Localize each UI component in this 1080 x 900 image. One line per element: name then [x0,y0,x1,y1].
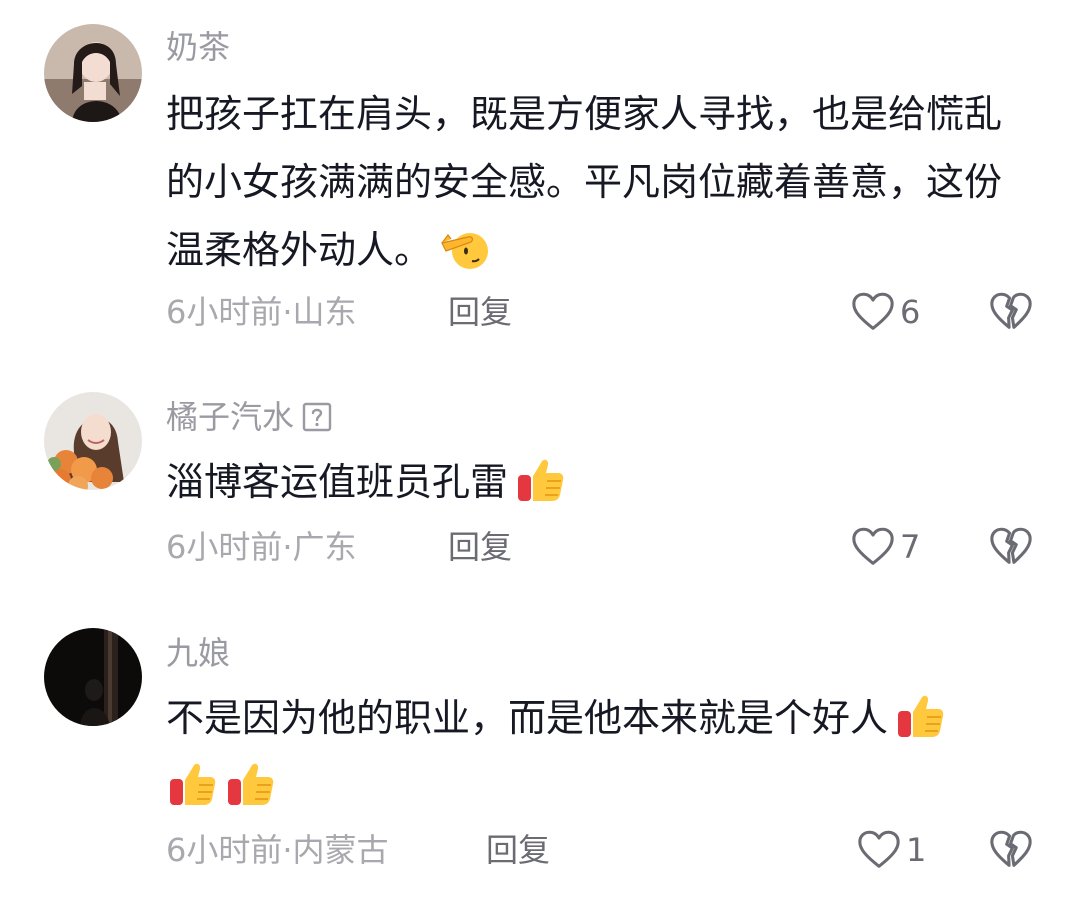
avatar[interactable] [44,392,142,490]
comment-text: 把孩子扛在肩头，既是方便家人寻找，也是给慌乱的小女孩满满的安全感。平凡岗位藏着善… [166,80,1026,284]
heart-outline-icon [850,289,896,335]
broken-heart-icon[interactable] [988,289,1034,335]
thumbs-up-emoji [224,757,276,809]
comment-text: 不是因为他的职业，而是他本来就是个好人 [166,684,1026,820]
like-button[interactable]: 7 [850,524,920,570]
thumbs-up-emoji [166,757,218,809]
like-count: 6 [900,293,921,331]
heart-outline-icon [850,524,896,570]
meta-separator: · [282,831,293,869]
comment-list: 奶茶 把孩子扛在肩头，既是方便家人寻找，也是给慌乱的小女孩满满的安全感。平凡岗位… [0,0,1080,900]
broken-heart-icon[interactable] [988,827,1034,873]
like-count: 1 [906,831,927,869]
username-text: 橘子汽水 [166,398,295,436]
comment-location: 内蒙古 [292,831,389,869]
avatar[interactable] [44,628,142,726]
question-box-icon [302,402,332,432]
comment-location: 山东 [292,293,357,331]
comment-text-body: 淄博客运值班员孔雷 [166,460,509,504]
comment-time: 6小时前 [166,528,283,566]
reply-button[interactable]: 回复 [448,292,512,332]
username[interactable]: 橘子汽水 [166,397,332,437]
thumbs-up-emoji [894,689,946,741]
comment-text-body: 把孩子扛在肩头，既是方便家人寻找，也是给慌乱的小女孩满满的安全感。平凡岗位藏着善… [166,92,1003,272]
meta-separator: · [282,528,293,566]
reply-button[interactable]: 回复 [486,830,550,870]
avatar[interactable] [44,24,142,122]
meta-separator: · [282,293,293,331]
like-button[interactable]: 1 [856,827,926,873]
username[interactable]: 九娘 [166,633,230,673]
reply-button[interactable]: 回复 [448,527,512,567]
thumbs-up-emoji [514,453,566,505]
heart-outline-icon [856,827,902,873]
comment-meta: 6小时前·广东 [166,527,357,567]
comment-time: 6小时前 [166,831,283,869]
saluting-face-emoji [438,221,490,273]
like-button[interactable]: 6 [850,289,920,335]
comment-meta: 6小时前·山东 [166,292,357,332]
broken-heart-icon[interactable] [988,524,1034,570]
comment-text: 淄博客运值班员孔雷 [166,448,1026,516]
comment-location: 广东 [292,528,357,566]
comment-text-body: 不是因为他的职业，而是他本来就是个好人 [166,696,889,740]
like-count: 7 [900,528,921,566]
username[interactable]: 奶茶 [166,27,230,67]
comment-meta: 6小时前·内蒙古 [166,830,389,870]
comment-time: 6小时前 [166,293,283,331]
